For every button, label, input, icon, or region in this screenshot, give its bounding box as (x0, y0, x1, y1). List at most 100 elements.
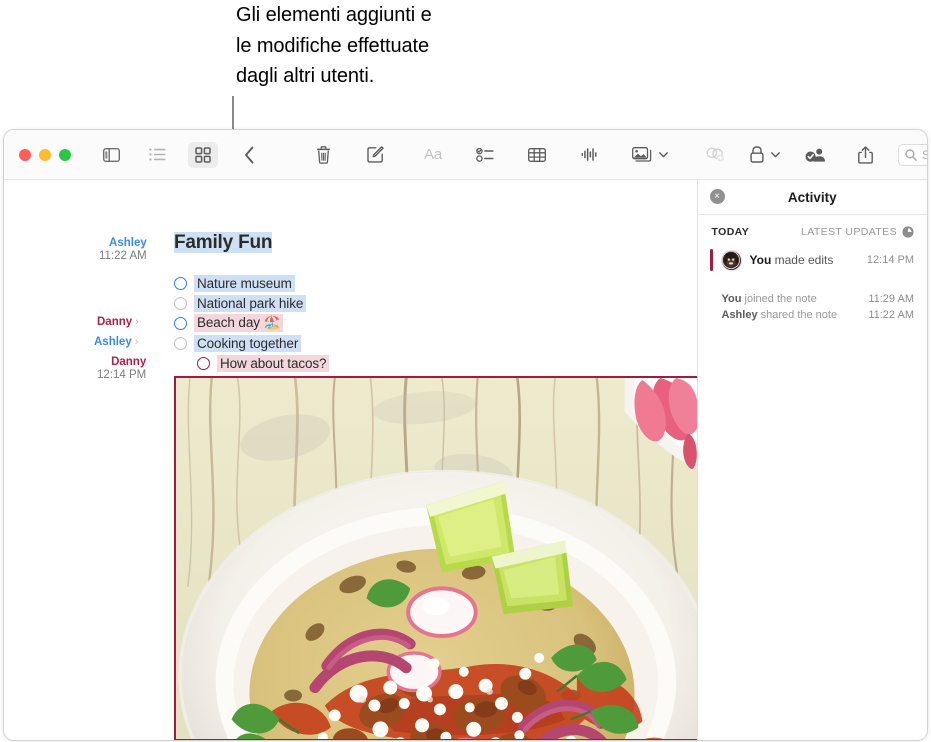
grid-icon (195, 146, 211, 163)
lock-button[interactable] (750, 142, 780, 168)
table-button[interactable] (522, 142, 552, 168)
checkbox-icon[interactable] (174, 296, 187, 310)
activity-main-actor: You (749, 253, 772, 267)
chevron-right-icon: › (134, 336, 139, 348)
minimize-window-button[interactable] (39, 148, 51, 161)
audio-button[interactable] (574, 142, 604, 168)
gallery-view-button[interactable] (188, 141, 218, 168)
annotation-line-2: le modifiche effettuate (236, 34, 430, 57)
activity-entry-action: joined the note (741, 293, 817, 305)
checklist-icon (476, 147, 494, 162)
sidebar-toggle-button[interactable] (96, 142, 126, 168)
checklist-label: Beach day 🏖️ (194, 314, 284, 332)
chevron-down-icon (659, 151, 668, 158)
audio-waveform-icon (581, 147, 598, 162)
checklist-item[interactable]: Nature museum (174, 273, 329, 293)
checklist-label: How about tacos? (217, 354, 330, 372)
checklist-item[interactable]: Beach day 🏖️ (174, 313, 329, 333)
note-title[interactable]: Family Fun (174, 232, 272, 254)
window-toolbar: Aa (4, 130, 927, 180)
sidebar-icon (102, 147, 120, 162)
activity-entry[interactable]: You joined the note 11:29 AM (698, 291, 928, 307)
checkbox-icon[interactable] (174, 316, 187, 330)
activity-entry-time: 11:29 AM (868, 293, 914, 305)
checklist-item[interactable]: How about tacos? (174, 353, 330, 373)
chevron-down-icon (771, 151, 780, 158)
chevron-left-icon (244, 146, 255, 164)
author-name: Ashley (94, 336, 132, 348)
trash-icon (316, 145, 331, 164)
window-body: Ashley 11:22 AM Danny › Ashley › Danny 1… (4, 180, 928, 740)
checklist-item[interactable]: National park hike (174, 293, 329, 313)
search-placeholder: Search (922, 148, 927, 162)
list-view-button[interactable] (142, 142, 172, 168)
activity-entry-main[interactable]: You made edits 12:14 PM (698, 245, 928, 275)
activity-entry-action: shared the note (757, 309, 838, 321)
checklist-label: Cooking together (194, 334, 302, 352)
notes-window: Aa Ashley 11:22 AM Danny › Ashley › Dann… (3, 129, 928, 741)
taco-bowl-photo (176, 378, 697, 739)
activity-main-text: You made edits (750, 253, 859, 267)
checkbox-icon[interactable] (174, 276, 187, 290)
checklist-label: National park hike (194, 294, 307, 312)
delete-note-button[interactable] (308, 142, 338, 168)
annotation-callout: Gli elementi aggiunti e le modifiche eff… (236, 0, 566, 92)
checkbox-icon[interactable] (197, 356, 210, 370)
list-icon (148, 148, 166, 161)
chevron-right-icon: › (135, 316, 139, 328)
checklist-button[interactable] (470, 142, 500, 168)
note-content-pane[interactable]: Ashley 11:22 AM Danny › Ashley › Danny 1… (4, 180, 697, 740)
author-stamp-ashley-top[interactable]: Ashley 11:22 AM (99, 237, 147, 262)
author-stamp-danny-tacos[interactable]: Danny 12:14 PM (97, 356, 146, 381)
activity-header: × Activity (697, 180, 927, 215)
activity-entry-text: Ashley shared the note (722, 309, 838, 321)
close-activity-button[interactable]: × (709, 189, 725, 204)
share-button[interactable] (850, 142, 880, 168)
collaborate-button[interactable] (800, 142, 830, 168)
activity-title: Activity (787, 189, 837, 205)
unread-indicator (709, 249, 713, 271)
collaborate-icon (805, 147, 826, 163)
search-field[interactable]: Search (898, 143, 927, 166)
author-stamp-ashley-cooking[interactable]: Ashley › (94, 336, 138, 348)
activity-entry-text: You joined the note (722, 293, 817, 305)
latest-updates-control[interactable]: LATEST UPDATES (801, 226, 914, 238)
activity-entry-time: 11:22 AM (868, 309, 914, 321)
note-title-text: Family Fun (174, 232, 273, 253)
lock-icon (750, 146, 764, 163)
close-window-button[interactable] (19, 148, 31, 161)
activity-entry-actor: Ashley (721, 309, 758, 321)
activity-panel: × Activity TODAY LATEST UPDATES You made… (696, 180, 928, 740)
compose-note-button[interactable] (360, 142, 390, 168)
back-button[interactable] (234, 142, 264, 168)
share-icon (857, 145, 873, 164)
avatar (720, 249, 742, 271)
author-time: 12:14 PM (97, 369, 147, 381)
format-button[interactable]: Aa (418, 142, 448, 168)
activity-main-action: made edits (771, 253, 834, 267)
activity-entry-actor: You (721, 293, 742, 305)
media-button[interactable] (632, 142, 668, 168)
note-photo[interactable] (174, 376, 697, 740)
screenshot-root: Gli elementi aggiunti e le modifiche eff… (0, 0, 931, 742)
checklist-label: Nature museum (194, 274, 295, 292)
author-stamp-danny-beach[interactable]: Danny › (97, 316, 139, 328)
link-icon (706, 147, 725, 162)
activity-subheader: TODAY LATEST UPDATES (698, 215, 928, 245)
latest-updates-label: LATEST UPDATES (800, 226, 897, 238)
format-aa-icon: Aa (424, 146, 442, 163)
annotation-line-1: Gli elementi aggiunti e (236, 4, 432, 26)
note-checklist: Nature museum National park hike Beach d… (174, 273, 330, 373)
traffic-lights (19, 148, 71, 161)
search-icon (905, 148, 917, 161)
media-icon (632, 146, 653, 163)
author-name: Danny (97, 316, 133, 328)
activity-main-time: 12:14 PM (866, 254, 914, 266)
clock-icon (902, 226, 914, 238)
compose-icon (366, 146, 384, 163)
activity-entry[interactable]: Ashley shared the note 11:22 AM (698, 307, 928, 323)
checklist-item[interactable]: Cooking together (174, 333, 329, 353)
maximize-window-button[interactable] (59, 148, 71, 161)
link-button[interactable] (700, 142, 730, 168)
checkbox-icon[interactable] (174, 336, 187, 350)
